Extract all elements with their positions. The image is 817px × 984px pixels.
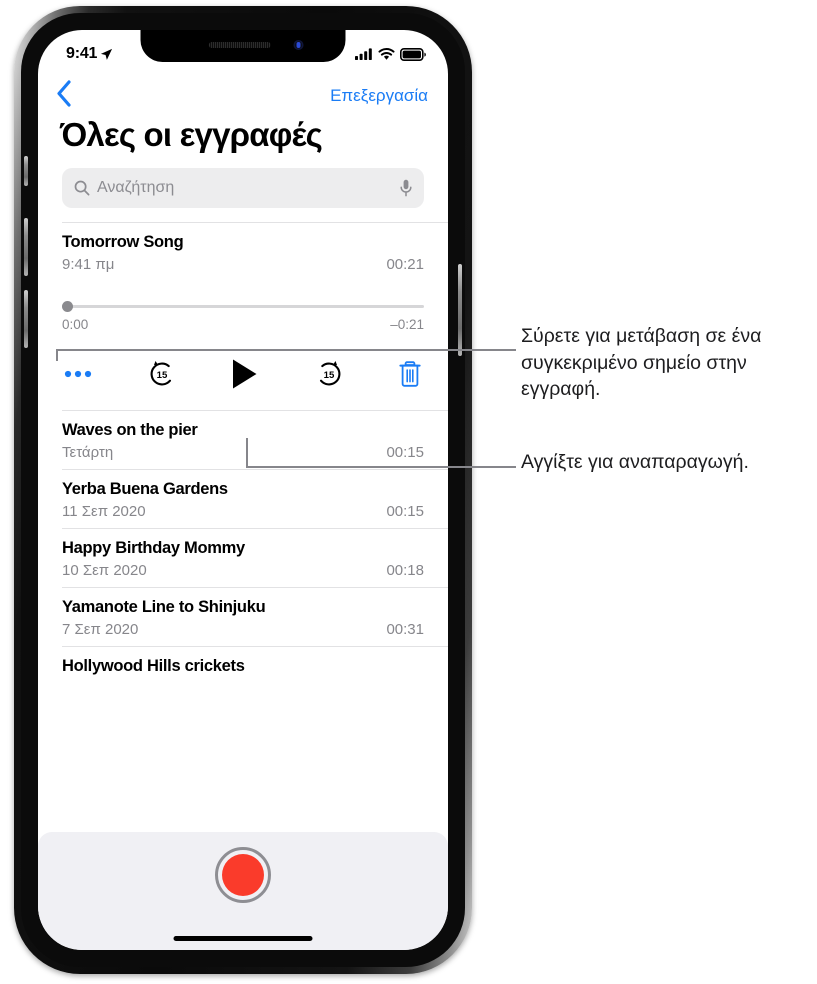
play-icon: [233, 359, 257, 389]
recording-date: 11 Σεπ 2020: [62, 503, 146, 520]
recording-title: Hollywood Hills crickets: [62, 657, 245, 675]
selected-recording-row[interactable]: Tomorrow Song 9:41 πμ 00:21: [38, 223, 448, 281]
silent-switch[interactable]: [24, 156, 28, 186]
home-indicator[interactable]: [173, 936, 313, 941]
list-item[interactable]: Happy Birthday Mommy 10 Σεπ 2020 00:18: [38, 529, 448, 587]
record-button[interactable]: [215, 847, 271, 903]
svg-text:15: 15: [323, 370, 334, 381]
recording-duration: 00:21: [386, 256, 424, 273]
earpiece-speaker-icon: [208, 42, 271, 48]
skip-forward-15-button[interactable]: 15: [314, 359, 344, 389]
scrubber-times: 0:00 –0:21: [62, 317, 424, 332]
recording-date: 7 Σεπ 2020: [62, 621, 139, 638]
recording-title: Yerba Buena Gardens: [62, 480, 228, 498]
recording-duration: 00:18: [386, 562, 424, 579]
svg-text:15: 15: [156, 370, 167, 381]
search-placeholder: Αναζήτηση: [97, 179, 175, 196]
microphone-icon[interactable]: [400, 179, 412, 197]
recording-duration: 00:31: [386, 621, 424, 638]
trash-icon: [399, 361, 421, 387]
playback-scrubber[interactable]: [62, 299, 424, 313]
callout-play-leader-vertical: [246, 438, 248, 467]
scrubber-knob[interactable]: [62, 301, 73, 312]
recording-meta: 11 Σεπ 2020 00:15: [62, 503, 424, 520]
more-options-icon: [64, 370, 92, 378]
callout-scrubber-leader-horizontal: [56, 349, 516, 351]
status-time-label: 9:41: [66, 45, 98, 62]
skip-back-15-button[interactable]: 15: [147, 359, 177, 389]
phone-screen: 9:41 Επεξεργασία Όλες οι εγγραφές Αναζήτ…: [38, 30, 448, 950]
callout-scrubber-leader-vertical: [56, 349, 58, 361]
recording-title: Yamanote Line to Shinjuku: [62, 598, 266, 616]
recording-date: Τετάρτη: [62, 444, 114, 461]
recording-meta: Τετάρτη 00:15: [62, 444, 424, 461]
skip-forward-15-icon: 15: [319, 361, 340, 386]
recording-meta: 9:41 πμ 00:21: [62, 256, 424, 273]
page-title: Όλες οι εγγραφές: [60, 116, 323, 153]
more-options-button[interactable]: [64, 370, 92, 378]
recording-date: 10 Σεπ 2020: [62, 562, 147, 579]
front-camera-icon: [293, 40, 304, 50]
list-item[interactable]: Yerba Buena Gardens 11 Σεπ 2020 00:15: [38, 470, 448, 528]
recording-title: Waves on the pier: [62, 421, 198, 439]
remaining-time: –0:21: [390, 317, 424, 332]
scrubber-track[interactable]: [64, 305, 424, 308]
skip-back-15-icon: 15: [150, 361, 171, 386]
back-button[interactable]: [56, 80, 72, 112]
recording-title: Tomorrow Song: [62, 233, 184, 251]
record-toolbar: [38, 832, 448, 950]
list-item[interactable]: Waves on the pier Τετάρτη 00:15: [38, 411, 448, 469]
recording-date: 9:41 πμ: [62, 256, 115, 273]
navigation-bar: Επεξεργασία: [38, 74, 448, 118]
search-icon: [74, 180, 90, 196]
list-item[interactable]: Yamanote Line to Shinjuku 7 Σεπ 2020 00:…: [38, 588, 448, 646]
list-item[interactable]: Hollywood Hills crickets: [38, 647, 448, 684]
cellular-signal-icon: [355, 48, 372, 60]
recording-duration: 00:15: [386, 503, 424, 520]
wifi-icon: [378, 47, 395, 60]
status-bar-right: [355, 47, 426, 61]
edit-button[interactable]: Επεξεργασία: [330, 86, 428, 106]
iphone-device-frame: 9:41 Επεξεργασία Όλες οι εγγραφές Αναζήτ…: [14, 6, 472, 974]
side-power-button[interactable]: [458, 264, 462, 356]
playback-controls: 15 15: [62, 358, 424, 390]
volume-down-button[interactable]: [24, 290, 28, 348]
chevron-left-icon: [57, 80, 71, 107]
search-input[interactable]: Αναζήτηση: [62, 168, 424, 208]
audio-player: 0:00 –0:21 15 15: [38, 299, 448, 396]
recording-duration: 00:15: [386, 444, 424, 461]
recording-meta: 10 Σεπ 2020 00:18: [62, 562, 424, 579]
elapsed-time: 0:00: [62, 317, 89, 332]
callout-play-text: Αγγίξτε για αναπαραγωγή.: [521, 451, 749, 473]
callout-play-leader-horizontal: [246, 466, 516, 468]
play-button[interactable]: [231, 358, 259, 390]
status-bar-left: 9:41: [66, 45, 113, 63]
callout-scrubber-text: Σύρετε για μετάβαση σε ένα συγκεκριμένο …: [521, 325, 762, 400]
device-notch: [140, 30, 346, 62]
recording-title: Happy Birthday Mommy: [62, 539, 245, 557]
location-arrow-icon: [101, 48, 113, 60]
volume-up-button[interactable]: [24, 218, 28, 276]
recording-meta: 7 Σεπ 2020 00:31: [62, 621, 424, 638]
delete-button[interactable]: [398, 360, 422, 388]
battery-full-icon: [400, 47, 426, 61]
